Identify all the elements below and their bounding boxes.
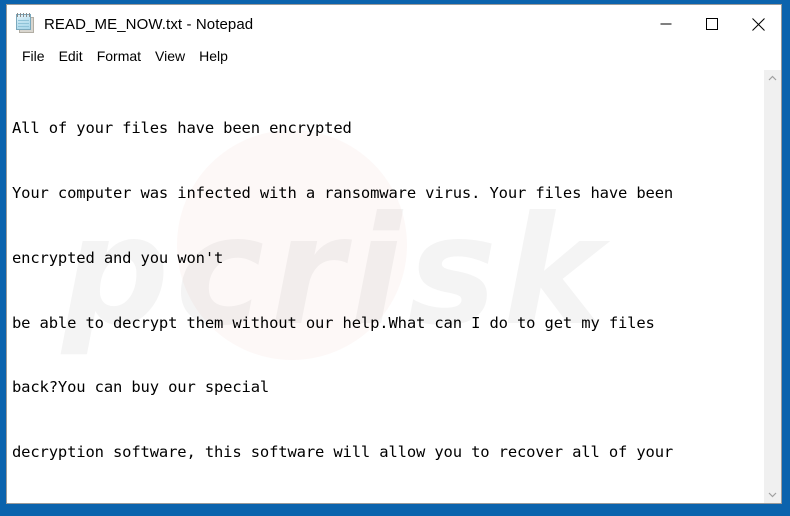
maximize-button[interactable] xyxy=(689,5,735,43)
desktop-background: READ_ME_NOW.txt - Notepad File Edit Form… xyxy=(0,0,790,516)
note-line: be able to decrypt them without our help… xyxy=(12,313,655,332)
titlebar-left-group: READ_ME_NOW.txt - Notepad xyxy=(7,13,643,34)
menu-item-format[interactable]: Format xyxy=(90,46,148,66)
chevron-up-icon xyxy=(768,75,777,81)
scrollbar-up-button[interactable] xyxy=(764,70,781,87)
minimize-button[interactable] xyxy=(643,5,689,43)
note-line: encrypted and you won't xyxy=(12,248,224,267)
ransom-note-text[interactable]: All of your files have been encrypted Yo… xyxy=(7,70,763,503)
close-button[interactable] xyxy=(735,5,781,43)
note-line: decryption software, this software will … xyxy=(12,443,674,462)
minimize-icon xyxy=(660,23,672,25)
note-line: back?You can buy our special xyxy=(12,378,270,397)
text-editor-area[interactable]: pcrisk All of your files have been encry… xyxy=(7,70,763,503)
window-controls xyxy=(643,5,781,43)
text-area-wrapper: pcrisk All of your files have been encry… xyxy=(7,69,781,503)
scrollbar-down-button[interactable] xyxy=(764,486,781,503)
menu-bar: File Edit Format View Help xyxy=(7,43,781,69)
note-line: Your computer was infected with a ransom… xyxy=(12,183,674,202)
window-title: READ_ME_NOW.txt - Notepad xyxy=(44,15,254,33)
title-bar[interactable]: READ_ME_NOW.txt - Notepad xyxy=(7,5,781,43)
vertical-scrollbar[interactable] xyxy=(763,70,781,503)
menu-item-file[interactable]: File xyxy=(15,46,52,66)
maximize-icon xyxy=(706,18,718,30)
notepad-window: READ_ME_NOW.txt - Notepad File Edit Form… xyxy=(6,4,782,504)
close-icon xyxy=(751,17,765,31)
chevron-down-icon xyxy=(768,492,777,498)
menu-item-edit[interactable]: Edit xyxy=(52,46,90,66)
scrollbar-track[interactable] xyxy=(764,87,781,486)
notepad-icon xyxy=(16,13,35,34)
menu-item-help[interactable]: Help xyxy=(192,46,235,66)
note-line: All of your files have been encrypted xyxy=(12,119,352,138)
menu-item-view[interactable]: View xyxy=(148,46,192,66)
